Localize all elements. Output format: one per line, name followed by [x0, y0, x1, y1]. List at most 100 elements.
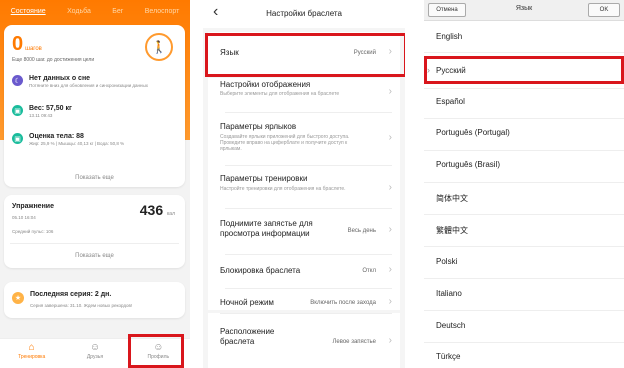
- language-option-portuguese-pt[interactable]: Português (Portugal): [436, 128, 510, 137]
- setting-label: Поднимите запястье для просмотра информа…: [220, 219, 313, 238]
- band-settings-panel: ‹ Настройки браслета Язык Русский › Наст…: [203, 0, 405, 368]
- chevron-right-icon: ›: [388, 46, 392, 57]
- tab-running[interactable]: Бег: [112, 8, 123, 15]
- divider: [424, 246, 624, 247]
- profile-icon: ☺: [153, 342, 164, 353]
- sleep-sub: Потяните вниз для обновления и синхрониз…: [29, 83, 148, 88]
- status-card[interactable]: 0 шагов Еще 8000 шаг. до достижения цели …: [4, 25, 185, 187]
- goal-text: Еще 8000 шаг. до достижения цели: [12, 57, 95, 63]
- moon-icon: ☾: [12, 75, 23, 86]
- language-option-english[interactable]: English: [436, 32, 462, 41]
- kcal-value: 436: [139, 202, 164, 218]
- weight-row[interactable]: ▣ Вес: 57,50 кг 13.11 09:43: [12, 105, 72, 118]
- setting-value: Включить после захода: [310, 300, 376, 306]
- show-more-link[interactable]: Показать еще: [4, 175, 185, 181]
- steps-value: 0: [12, 33, 24, 55]
- setting-desc: Выберите элементы для отображения на бра…: [220, 91, 340, 97]
- language-option-chinese-simplified[interactable]: 简体中文: [436, 193, 468, 204]
- language-option-german[interactable]: Deutsch: [436, 321, 465, 330]
- body-score-row[interactable]: ▣ Оценка тела: 88 Жир: 25,9 % | Мышцы: 4…: [12, 133, 124, 146]
- setting-band-position[interactable]: Расположение браслета Левое запястье ›: [208, 313, 400, 368]
- app-home-panel: Состояние Ходьба Бег Велоспорт 0 шагов Ещ…: [0, 0, 190, 368]
- divider: [424, 118, 624, 119]
- chevron-right-icon: ›: [388, 296, 392, 307]
- bottom-nav: ⌂ Тренировка ☺ Друзья ☺ Профиль: [0, 338, 190, 368]
- ok-button[interactable]: OK: [588, 3, 620, 17]
- streak-sub: Серия завершена: 31.10. Ждем новых рекор…: [30, 303, 133, 308]
- language-option-russian[interactable]: Русский: [436, 66, 466, 75]
- divider: [424, 278, 624, 279]
- selected-marker-icon: ›: [427, 65, 430, 75]
- streak-title: Последняя серия: 2 дн.: [30, 291, 112, 298]
- language-option-portuguese-br[interactable]: Português (Brasil): [436, 160, 500, 169]
- body-sub: Жир: 25,9 % | Мышцы: 40,13 кг | Вода: 50…: [29, 141, 125, 146]
- setting-label: Настройки отображения: [220, 80, 311, 89]
- workout-pulse: Средний пульс: 106: [12, 229, 54, 234]
- chevron-right-icon: ›: [388, 335, 392, 346]
- tab-status[interactable]: Состояние: [11, 8, 46, 15]
- nav-profile-label: Профиль: [147, 354, 170, 360]
- setting-label: Язык: [220, 48, 239, 57]
- language-picker-panel: Отмена Язык OK English › Русский Español…: [424, 0, 624, 368]
- tab-walking[interactable]: Ходьба: [67, 8, 91, 15]
- chevron-right-icon: ›: [388, 182, 392, 193]
- divider: [424, 150, 624, 151]
- tab-cycling[interactable]: Велоспорт: [145, 8, 180, 15]
- setting-label: Параметры тренировки: [220, 174, 308, 183]
- friends-icon: ☺: [89, 342, 101, 353]
- workout-card[interactable]: Упражнение 05.10 16:04 Средний пульс: 10…: [4, 195, 185, 268]
- setting-value: Левое запястье: [332, 339, 376, 345]
- streak-card[interactable]: ★ Последняя серия: 2 дн. Серия завершена…: [4, 282, 185, 318]
- divider: [10, 243, 179, 244]
- workout-date: 05.10 16:04: [12, 215, 36, 220]
- show-more-link[interactable]: Показать еще: [4, 253, 185, 259]
- language-option-spanish[interactable]: Español: [436, 97, 465, 106]
- workout-title: Упражнение: [12, 203, 54, 210]
- setting-label: Параметры ярлыков: [220, 122, 297, 131]
- walk-icon: 🚶: [145, 33, 173, 61]
- setting-label: Расположение браслета: [220, 327, 275, 346]
- kcal-unit: кал: [167, 211, 175, 217]
- home-icon: ⌂: [28, 342, 35, 353]
- setting-label: Блокировка браслета: [220, 266, 301, 275]
- language-option-polish[interactable]: Polski: [436, 257, 457, 266]
- divider: [225, 165, 392, 166]
- divider: [424, 88, 624, 89]
- nav-friends-label: Друзья: [86, 354, 104, 360]
- divider: [424, 342, 624, 343]
- picker-header: Отмена Язык OK: [424, 0, 624, 21]
- workout-kcal: 436 кал: [140, 202, 175, 218]
- nav-profile[interactable]: ☺ Профиль: [127, 339, 190, 368]
- divider: [424, 182, 624, 183]
- setting-label: Ночной режим: [220, 298, 274, 307]
- chevron-right-icon: ›: [388, 224, 392, 235]
- settings-header: ‹ Настройки браслета: [203, 0, 405, 28]
- divider: [424, 310, 624, 311]
- chevron-right-icon: ›: [388, 132, 392, 143]
- divider: [225, 254, 392, 255]
- chevron-right-icon: ›: [388, 264, 392, 275]
- divider: [225, 112, 392, 113]
- setting-language[interactable]: Язык Русский ›: [208, 32, 400, 74]
- activity-tabs: Состояние Ходьба Бег Велоспорт: [0, 8, 190, 15]
- body-title: Оценка тела: 88: [29, 133, 84, 140]
- steps-unit: шагов: [25, 46, 42, 52]
- divider: [424, 52, 624, 53]
- setting-desc: Создавайте ярлыки приложений для быстрог…: [220, 134, 350, 152]
- nav-friends[interactable]: ☺ Друзья: [63, 339, 126, 368]
- setting-value: Весь день: [347, 228, 376, 234]
- page-title: Настройки браслета: [266, 9, 342, 18]
- divider: [424, 214, 624, 215]
- divider: [225, 208, 392, 209]
- nav-workout[interactable]: ⌂ Тренировка: [0, 339, 63, 368]
- chevron-right-icon: ›: [388, 86, 392, 97]
- weight-title: Вес: 57,50 кг: [29, 105, 72, 112]
- language-option-chinese-traditional[interactable]: 繁體中文: [436, 225, 468, 236]
- setting-value: Откл: [362, 268, 376, 274]
- setting-desc: Настройте тренировки для отображения на …: [220, 186, 346, 192]
- sleep-row[interactable]: ☾ Нет данных о сне Потяните вниз для обн…: [12, 75, 149, 88]
- scale-icon: ▣: [12, 105, 23, 116]
- language-option-italian[interactable]: Italiano: [436, 289, 462, 298]
- weight-date: 13.11 09:43: [29, 113, 53, 118]
- language-option-turkish[interactable]: Türkçe: [436, 352, 460, 361]
